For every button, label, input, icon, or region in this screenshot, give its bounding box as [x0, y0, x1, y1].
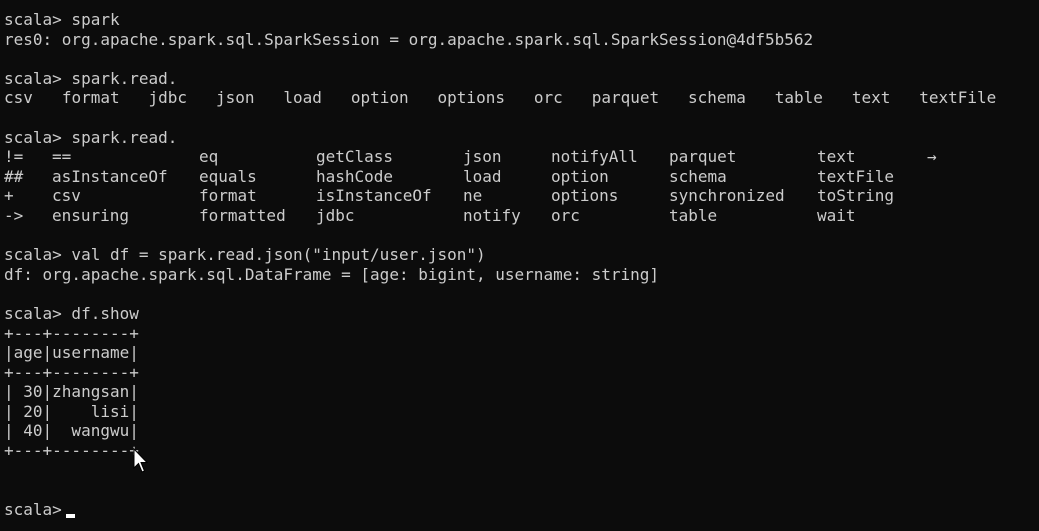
completion-row: + csv format isInstanceOf ne options synchroni… — [4, 186, 1039, 206]
completion-item: synchronized — [669, 186, 785, 206]
completion-item: ## — [4, 166, 24, 186]
table-row: | 20| lisi| — [4, 401, 139, 421]
terminal-line: scala> val df = spark.read.json("input/u… — [4, 245, 486, 265]
completion-item: isInstanceOf — [316, 186, 432, 206]
table-border: +---+--------+ — [4, 441, 139, 461]
completion-item: load — [283, 88, 322, 108]
completion-item: textFile — [919, 88, 997, 108]
completion-item: formatted — [199, 205, 286, 225]
completion-item: notifyAll — [551, 147, 638, 167]
completion-item: format — [199, 186, 257, 206]
completion-item: csv — [52, 186, 81, 206]
completion-item: schema — [688, 88, 746, 108]
terminal-line: scala> df.show — [4, 303, 139, 323]
table-header: |age|username| — [4, 343, 139, 363]
arrow-right-icon: → — [927, 147, 937, 167]
completion-item: ne — [463, 186, 483, 206]
terminal-window[interactable]: scala> spark res0: org.apache.spark.sql.… — [0, 0, 1039, 531]
completion-item: ensuring — [52, 205, 130, 225]
completion-item: == — [52, 147, 72, 167]
completion-row: != == eq getClass json notifyAll parquet text → — [4, 147, 1039, 167]
completion-item: option — [350, 88, 409, 108]
terminal-line: scala> spark.read. — [4, 68, 178, 88]
completion-row: ## asInstanceOf equals hashCode load option sc… — [4, 167, 1039, 187]
completion-item — [927, 186, 957, 206]
table-border: +---+--------+ — [4, 323, 139, 343]
completion-item: equals — [199, 166, 257, 186]
completion-item: jdbc — [148, 88, 188, 108]
table-row: | 30|zhangsan| — [4, 382, 139, 402]
completion-item: options — [551, 186, 619, 206]
completion-item: text — [851, 88, 891, 108]
completion-item: format — [61, 88, 120, 108]
completion-item: asInstanceOf — [52, 166, 168, 186]
completion-item: schema — [669, 166, 727, 186]
terminal-line: scala> spark — [4, 10, 120, 29]
completion-item: -> — [4, 205, 24, 225]
completion-item: wait — [817, 205, 856, 225]
completion-item: orc — [533, 88, 563, 108]
completion-item: table — [774, 88, 823, 108]
completion-item: notify — [463, 205, 521, 225]
table-row: | 40| wangwu| — [4, 421, 139, 441]
terminal-line: scala> spark.read. — [4, 127, 178, 147]
table-border: +---+--------+ — [4, 362, 139, 382]
completion-item: orc — [551, 205, 580, 225]
completion-item: table — [669, 205, 718, 225]
terminal-line: res0: org.apache.spark.sql.SparkSession … — [4, 29, 814, 49]
completion-item — [927, 167, 957, 187]
completion-item: getClass — [316, 147, 394, 167]
completion-item: toString — [817, 186, 895, 206]
completion-grid: != == eq getClass json notifyAll parquet text → #… — [4, 147, 1039, 225]
completion-item: jdbc — [316, 205, 355, 225]
mouse-pointer-icon — [133, 448, 149, 473]
completion-row: csv format jdbc json load option options… — [4, 88, 1039, 108]
completion-item: option — [551, 166, 609, 186]
input-prompt-line[interactable]: scala> — [4, 500, 1039, 520]
completion-item: json — [463, 147, 502, 167]
completion-item: options — [437, 88, 505, 108]
completion-item: json — [215, 88, 255, 108]
completion-item: parquet — [591, 88, 660, 108]
completion-item: parquet — [669, 147, 737, 167]
completion-row: -> ensuring formatted jdbc notify orc table wai… — [4, 206, 1039, 226]
completion-item: + — [4, 186, 14, 206]
completion-item — [927, 206, 957, 226]
completion-item: csv — [4, 88, 33, 108]
completion-item: textFile — [817, 166, 895, 186]
completion-item: eq — [199, 147, 219, 167]
terminal-line: df: org.apache.spark.sql.DataFrame = [ag… — [4, 264, 660, 284]
completion-item: != — [4, 147, 24, 167]
prompt: scala> — [4, 499, 62, 519]
completion-item: load — [463, 166, 502, 186]
completion-item: text — [817, 147, 856, 167]
text-cursor — [65, 513, 75, 518]
completion-item: hashCode — [316, 166, 394, 186]
